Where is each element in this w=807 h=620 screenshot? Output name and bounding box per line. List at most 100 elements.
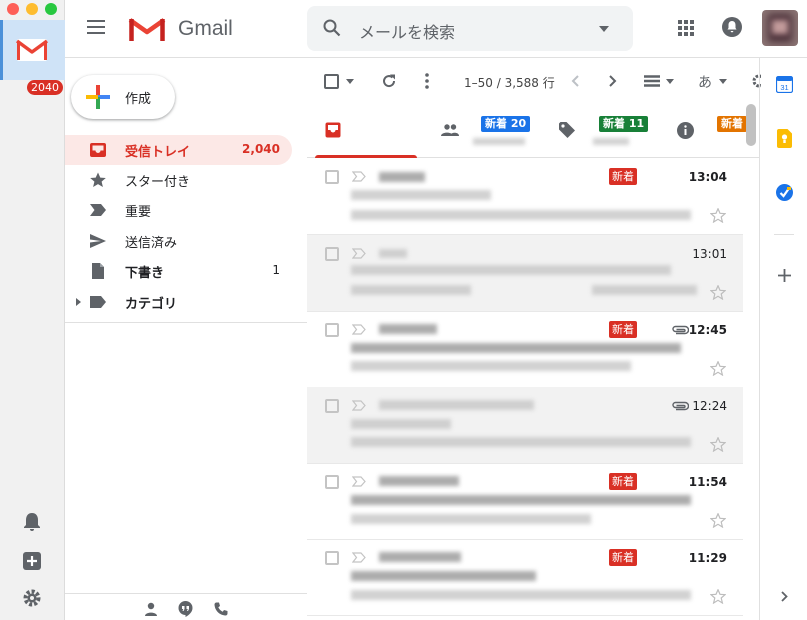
mail-row[interactable]: 13:01 bbox=[307, 235, 743, 312]
input-tool-button[interactable]: あ bbox=[698, 72, 712, 92]
mail-row[interactable]: 新着 12:45 bbox=[307, 311, 743, 388]
mail-row[interactable]: 新着 11:54 bbox=[307, 463, 743, 540]
hangouts-icon[interactable] bbox=[178, 601, 193, 617]
more-options-icon[interactable] bbox=[425, 73, 429, 89]
add-account-button[interactable] bbox=[21, 550, 43, 572]
refresh-icon[interactable] bbox=[381, 73, 397, 89]
notifications-button[interactable] bbox=[21, 511, 43, 533]
mail-time: 12:24 bbox=[692, 399, 727, 413]
subject-blur bbox=[351, 495, 691, 505]
info-icon bbox=[677, 122, 694, 139]
older-page-icon[interactable] bbox=[609, 75, 617, 87]
star-outline-icon[interactable] bbox=[710, 437, 726, 452]
importance-marker-icon[interactable] bbox=[352, 171, 366, 182]
star-outline-icon[interactable] bbox=[710, 361, 726, 376]
expand-arrow-icon[interactable] bbox=[76, 298, 81, 306]
phone-icon[interactable] bbox=[214, 602, 228, 616]
row-checkbox[interactable] bbox=[325, 551, 339, 565]
search-bar[interactable]: メールを検索 bbox=[307, 6, 633, 51]
importance-marker-icon[interactable] bbox=[352, 248, 366, 259]
add-addon-icon[interactable] bbox=[778, 269, 791, 282]
gear-icon bbox=[23, 589, 41, 607]
importance-marker-icon[interactable] bbox=[352, 552, 366, 563]
sidebar-item-starred[interactable]: スター付き bbox=[65, 165, 292, 195]
sidebar-item-important[interactable]: 重要 bbox=[65, 195, 292, 225]
gmail-logo[interactable]: Gmail bbox=[128, 14, 238, 44]
side-panel-divider bbox=[774, 234, 794, 235]
account-avatar[interactable] bbox=[762, 10, 798, 46]
newer-page-icon[interactable] bbox=[571, 75, 579, 87]
new-badge: 新着 bbox=[609, 549, 637, 566]
tasks-icon[interactable] bbox=[776, 184, 793, 201]
row-checkbox[interactable] bbox=[325, 247, 339, 261]
sidebar-item-drafts[interactable]: 下書き 1 bbox=[65, 256, 292, 286]
importance-marker-icon[interactable] bbox=[352, 400, 366, 411]
row-checkbox[interactable] bbox=[325, 399, 339, 413]
mail-row[interactable]: 12:24 bbox=[307, 387, 743, 464]
settings-button[interactable] bbox=[21, 587, 43, 609]
star-outline-icon[interactable] bbox=[710, 589, 726, 604]
dock-gmail-app[interactable]: 2040 bbox=[0, 20, 65, 95]
tab-new-badge: 新着 11 bbox=[599, 116, 649, 132]
search-options-icon[interactable] bbox=[599, 26, 609, 32]
select-all-checkbox[interactable] bbox=[324, 74, 339, 89]
star-icon bbox=[90, 172, 106, 187]
attachment-icon bbox=[672, 325, 689, 335]
svg-text:31: 31 bbox=[780, 83, 788, 92]
gmail-m-icon bbox=[128, 18, 166, 41]
row-checkbox[interactable] bbox=[325, 170, 339, 184]
expand-panel-icon[interactable] bbox=[781, 591, 788, 602]
row-checkbox[interactable] bbox=[325, 323, 339, 337]
category-tabs: 新着 20 新着 11 新着 bbox=[307, 104, 759, 158]
sidebar-item-label: 送信済み bbox=[125, 236, 178, 251]
sender-blur bbox=[379, 324, 437, 334]
row-checkbox[interactable] bbox=[325, 475, 339, 489]
notifications-header-button[interactable] bbox=[722, 17, 742, 37]
importance-marker-icon[interactable] bbox=[352, 324, 366, 335]
label-icon bbox=[90, 296, 106, 308]
calendar-icon[interactable]: 31 bbox=[776, 76, 793, 93]
apps-button[interactable] bbox=[678, 20, 694, 36]
unread-count-badge: 2040 bbox=[27, 80, 63, 95]
compose-button[interactable]: 作成 bbox=[71, 75, 175, 119]
sidebar-item-inbox[interactable]: 受信トレイ 2,040 bbox=[65, 135, 292, 165]
keep-icon[interactable] bbox=[777, 129, 792, 148]
sidebar-item-label: 下書き bbox=[125, 266, 165, 281]
star-outline-icon[interactable] bbox=[710, 208, 726, 223]
sidebar-item-label: スター付き bbox=[125, 175, 191, 190]
density-dropdown-icon[interactable] bbox=[666, 79, 674, 84]
select-dropdown-icon[interactable] bbox=[346, 79, 354, 84]
mail-row[interactable]: 新着 11:29 bbox=[307, 539, 743, 616]
apps-grid-icon bbox=[678, 20, 694, 36]
mail-time: 13:04 bbox=[688, 170, 727, 184]
sidebar-item-label: 重要 bbox=[125, 205, 152, 220]
star-outline-icon[interactable] bbox=[710, 513, 726, 528]
subject-blur bbox=[351, 571, 536, 581]
mail-time: 13:01 bbox=[692, 247, 727, 261]
tab-promotions[interactable]: 新着 11 bbox=[547, 104, 657, 158]
tab-preview-blur bbox=[593, 138, 629, 145]
inbox-icon bbox=[90, 143, 106, 157]
close-window-button[interactable] bbox=[7, 3, 19, 15]
mail-toolbar: 1–50 / 3,588 行 あ bbox=[307, 58, 761, 104]
tab-primary[interactable] bbox=[315, 104, 417, 158]
minimize-window-button[interactable] bbox=[26, 3, 38, 15]
draft-icon bbox=[92, 263, 104, 279]
main-menu-button[interactable] bbox=[87, 19, 107, 35]
snippet-blur bbox=[351, 590, 691, 600]
zoom-window-button[interactable] bbox=[45, 3, 57, 15]
notification-bell-icon bbox=[722, 17, 742, 37]
sender-blur bbox=[379, 249, 407, 258]
sender-blur bbox=[379, 172, 425, 182]
sidebar-item-sent[interactable]: 送信済み bbox=[65, 226, 292, 256]
search-input[interactable]: メールを検索 bbox=[359, 19, 455, 43]
sidebar-item-categories[interactable]: カテゴリ bbox=[65, 287, 292, 317]
star-outline-icon[interactable] bbox=[710, 285, 726, 300]
tab-social[interactable]: 新着 20 bbox=[427, 104, 537, 158]
contacts-icon[interactable] bbox=[144, 602, 158, 616]
importance-marker-icon[interactable] bbox=[352, 476, 366, 487]
input-tool-dropdown-icon[interactable] bbox=[719, 79, 727, 84]
density-icon[interactable] bbox=[644, 75, 660, 87]
mail-row[interactable]: 新着 13:04 bbox=[307, 158, 743, 235]
list-scrollbar[interactable] bbox=[746, 104, 756, 146]
